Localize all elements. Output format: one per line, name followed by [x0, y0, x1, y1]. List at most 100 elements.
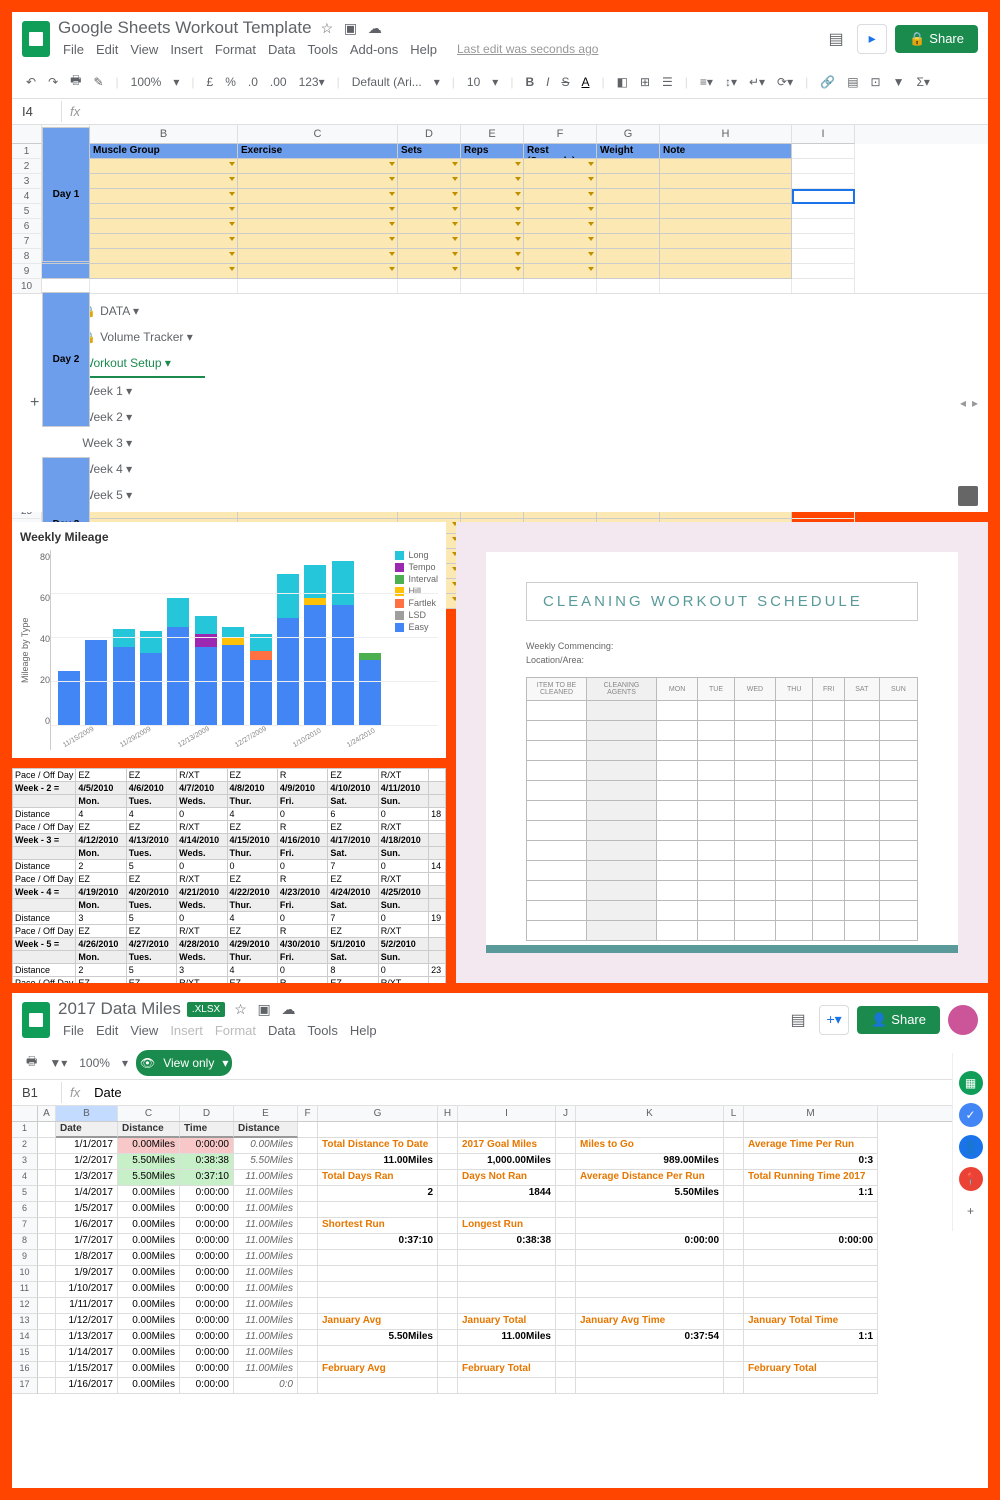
sheet-tabs: + ≡ 🔒 DATA ▾🔒 Volume Tracker ▾Workout Se…: [12, 293, 988, 512]
col-header[interactable]: I: [792, 125, 855, 144]
sheet-tab[interactable]: 🔒 Volume Tracker ▾: [70, 324, 204, 350]
name-box[interactable]: B1: [12, 1082, 62, 1103]
zoom-select[interactable]: 100%: [75, 1053, 114, 1073]
tab-next[interactable]: ▸: [972, 396, 978, 410]
menu-format[interactable]: Format: [210, 1021, 261, 1040]
chart-bar: [332, 561, 354, 726]
formula-bar[interactable]: Date: [88, 1083, 127, 1102]
col-header[interactable]: E: [461, 125, 524, 144]
meta-week: Weekly Commencing:: [526, 641, 918, 651]
menu-data[interactable]: Data: [263, 1021, 300, 1040]
undo-icon[interactable]: ↶: [22, 72, 40, 92]
menu-bar: FileEditViewInsertFormatDataToolsAdd-ons…: [58, 40, 815, 59]
print-icon[interactable]: 🖶: [22, 1049, 41, 1076]
present-button[interactable]: ▸: [857, 24, 887, 54]
font-size[interactable]: 10: [463, 72, 484, 92]
chart-bar: [140, 631, 162, 726]
sheet-tab[interactable]: 🔒 DATA ▾: [70, 298, 204, 324]
font-select[interactable]: Default (Ari...: [348, 72, 426, 92]
last-edit-text[interactable]: Last edit was seconds ago: [452, 40, 603, 59]
sheet-tab[interactable]: Week 1 ▾: [70, 378, 204, 404]
cloud-icon[interactable]: ☁: [368, 20, 382, 36]
training-table[interactable]: Pace / Off DayEZEZR/XTEZREZR/XTWeek - 2 …: [12, 768, 446, 983]
sheet-tab[interactable]: Week 4 ▾: [70, 456, 204, 482]
doc-title[interactable]: Google Sheets Workout Template: [58, 18, 312, 38]
present-button[interactable]: +▾: [819, 1005, 849, 1035]
star-icon[interactable]: ☆: [321, 20, 334, 36]
doc-title[interactable]: 2017 Data Miles: [58, 999, 181, 1019]
menu-file[interactable]: File: [58, 1021, 89, 1040]
cleaning-table[interactable]: ITEM TO BE CLEANEDCLEANING AGENTSMONTUEW…: [526, 677, 918, 941]
comment-icon[interactable]: ▤: [785, 1007, 811, 1033]
menu-insert[interactable]: Insert: [165, 40, 208, 59]
col-header[interactable]: G: [597, 125, 660, 144]
doc-heading: CLEANING WORKOUT SCHEDULE: [526, 582, 918, 621]
menu-tools[interactable]: Tools: [302, 1021, 342, 1040]
sheet-tab[interactable]: Week 5 ▾: [70, 482, 204, 508]
sheets-miles-panel: 2017 Data Miles .XLSX ☆ ▣ ☁ FileEditView…: [12, 993, 988, 1488]
filter-icon[interactable]: ▼▾: [45, 1053, 71, 1073]
share-button[interactable]: 🔒 Share: [895, 25, 978, 53]
chart-bar: [250, 634, 272, 726]
contacts-icon[interactable]: 👤: [959, 1135, 983, 1159]
y-axis: 806040200: [30, 550, 50, 750]
sheet-tab[interactable]: Week 3 ▾: [70, 430, 204, 456]
menu-view[interactable]: View: [125, 40, 163, 59]
add-icon[interactable]: +: [959, 1199, 983, 1223]
paint-icon[interactable]: ✎: [89, 72, 107, 92]
header: 2017 Data Miles .XLSX ☆ ▣ ☁ FileEditView…: [12, 993, 988, 1046]
menu-add-ons[interactable]: Add-ons: [345, 40, 403, 59]
chart-bar: [195, 616, 217, 726]
fx-icon: fx: [62, 1085, 88, 1100]
tab-prev[interactable]: ◂: [960, 396, 966, 410]
day-label: Day 2: [42, 292, 90, 427]
redo-icon[interactable]: ↷: [44, 72, 62, 92]
view-only-button[interactable]: 👁 View only ▾: [136, 1050, 232, 1076]
menu-file[interactable]: File: [58, 40, 89, 59]
avatar[interactable]: [948, 1005, 978, 1035]
chart-bar: [304, 565, 326, 726]
move-icon[interactable]: ▣: [258, 1001, 271, 1017]
sheets-logo-icon[interactable]: [22, 1002, 50, 1038]
move-icon[interactable]: ▣: [344, 20, 357, 36]
training-table-panel: Pace / Off DayEZEZR/XTEZREZR/XTWeek - 2 …: [12, 768, 446, 983]
menu-edit[interactable]: Edit: [91, 1021, 123, 1040]
menu-help[interactable]: Help: [405, 40, 442, 59]
day-label: Day 1: [42, 127, 90, 262]
col-header[interactable]: D: [398, 125, 461, 144]
header: Google Sheets Workout Template ☆ ▣ ☁ Fil…: [12, 12, 988, 65]
print-icon[interactable]: 🖶: [66, 68, 85, 95]
cleaning-schedule-panel: CLEANING WORKOUT SCHEDULE Weekly Commenc…: [456, 522, 988, 983]
comment-icon[interactable]: ▤: [823, 26, 849, 52]
spreadsheet-grid[interactable]: ABCDEFGHIJKLM 1DateDistanceTimeDistance2…: [12, 1106, 988, 1394]
name-box[interactable]: I4: [12, 101, 62, 122]
chart-bar: [58, 671, 80, 726]
sheet-tab[interactable]: Week 2 ▾: [70, 404, 204, 430]
sheet-tab[interactable]: Workout Setup ▾: [70, 350, 204, 378]
zoom-select[interactable]: 100%: [127, 72, 166, 92]
chart-bar: [167, 598, 189, 726]
chart-bar: [222, 627, 244, 726]
y-axis-label: Mileage by Type: [20, 550, 30, 750]
col-header[interactable]: H: [660, 125, 792, 144]
x-axis: 11/15/200911/29/200912/13/200912/27/2009…: [51, 743, 388, 750]
explore-button[interactable]: [958, 486, 978, 506]
menu-tools[interactable]: Tools: [302, 40, 342, 59]
menu-edit[interactable]: Edit: [91, 40, 123, 59]
col-header[interactable]: F: [524, 125, 597, 144]
col-header[interactable]: B: [90, 125, 238, 144]
tasks-icon[interactable]: ✓: [959, 1103, 983, 1127]
menu-help[interactable]: Help: [345, 1021, 382, 1040]
share-button[interactable]: 👤 Share: [857, 1006, 940, 1034]
col-header[interactable]: C: [238, 125, 398, 144]
menu-insert[interactable]: Insert: [165, 1021, 208, 1040]
chart-bar: [277, 574, 299, 726]
menu-format[interactable]: Format: [210, 40, 261, 59]
menu-data[interactable]: Data: [263, 40, 300, 59]
cloud-icon[interactable]: ☁: [281, 1001, 295, 1017]
calendar-icon[interactable]: ▦: [959, 1071, 983, 1095]
star-icon[interactable]: ☆: [234, 1001, 247, 1017]
sheets-logo-icon[interactable]: [22, 21, 50, 57]
maps-icon[interactable]: 📍: [959, 1167, 983, 1191]
menu-view[interactable]: View: [125, 1021, 163, 1040]
